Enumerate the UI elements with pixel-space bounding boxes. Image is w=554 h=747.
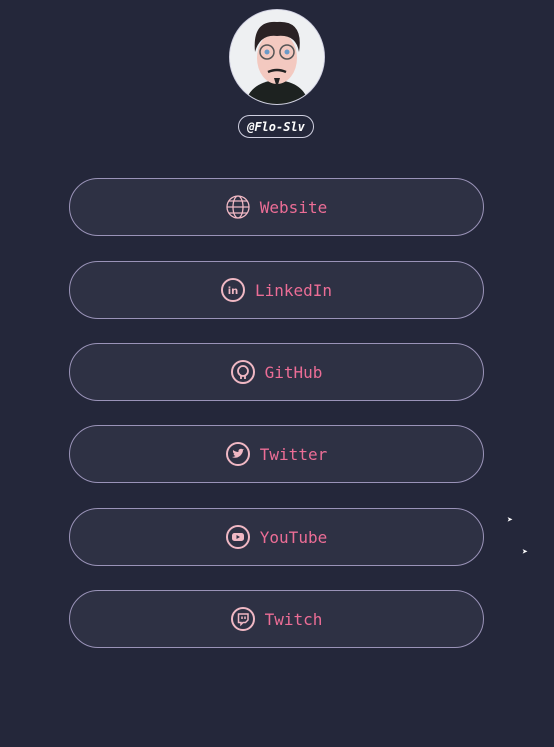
link-label: Twitter [259,444,328,464]
link-label: YouTube [259,527,328,547]
link-label: LinkedIn [254,280,333,300]
decorative-arrow-icon: ➤ [507,515,514,526]
link-youtube[interactable]: YouTube [69,508,484,566]
twitch-icon [230,607,255,631]
link-label: Website [259,197,328,217]
globe-icon [226,195,250,219]
link-linkedin[interactable]: in LinkedIn [69,261,484,319]
twitter-icon [225,442,250,466]
link-twitter[interactable]: Twitter [69,425,484,483]
profile-handle: @Flo-Slv [238,115,314,138]
decorative-arrow-icon: ➤ [522,547,529,558]
avatar [229,9,325,105]
avatar-illustration [230,10,324,104]
svg-text:in: in [228,286,239,297]
link-label: GitHub [264,362,323,382]
link-github[interactable]: GitHub [69,343,484,401]
youtube-icon [225,525,250,549]
link-twitch[interactable]: Twitch [69,590,484,648]
github-icon [230,360,255,384]
link-label: Twitch [264,609,323,629]
link-website[interactable]: Website [69,178,484,236]
linkedin-icon: in [220,278,245,302]
